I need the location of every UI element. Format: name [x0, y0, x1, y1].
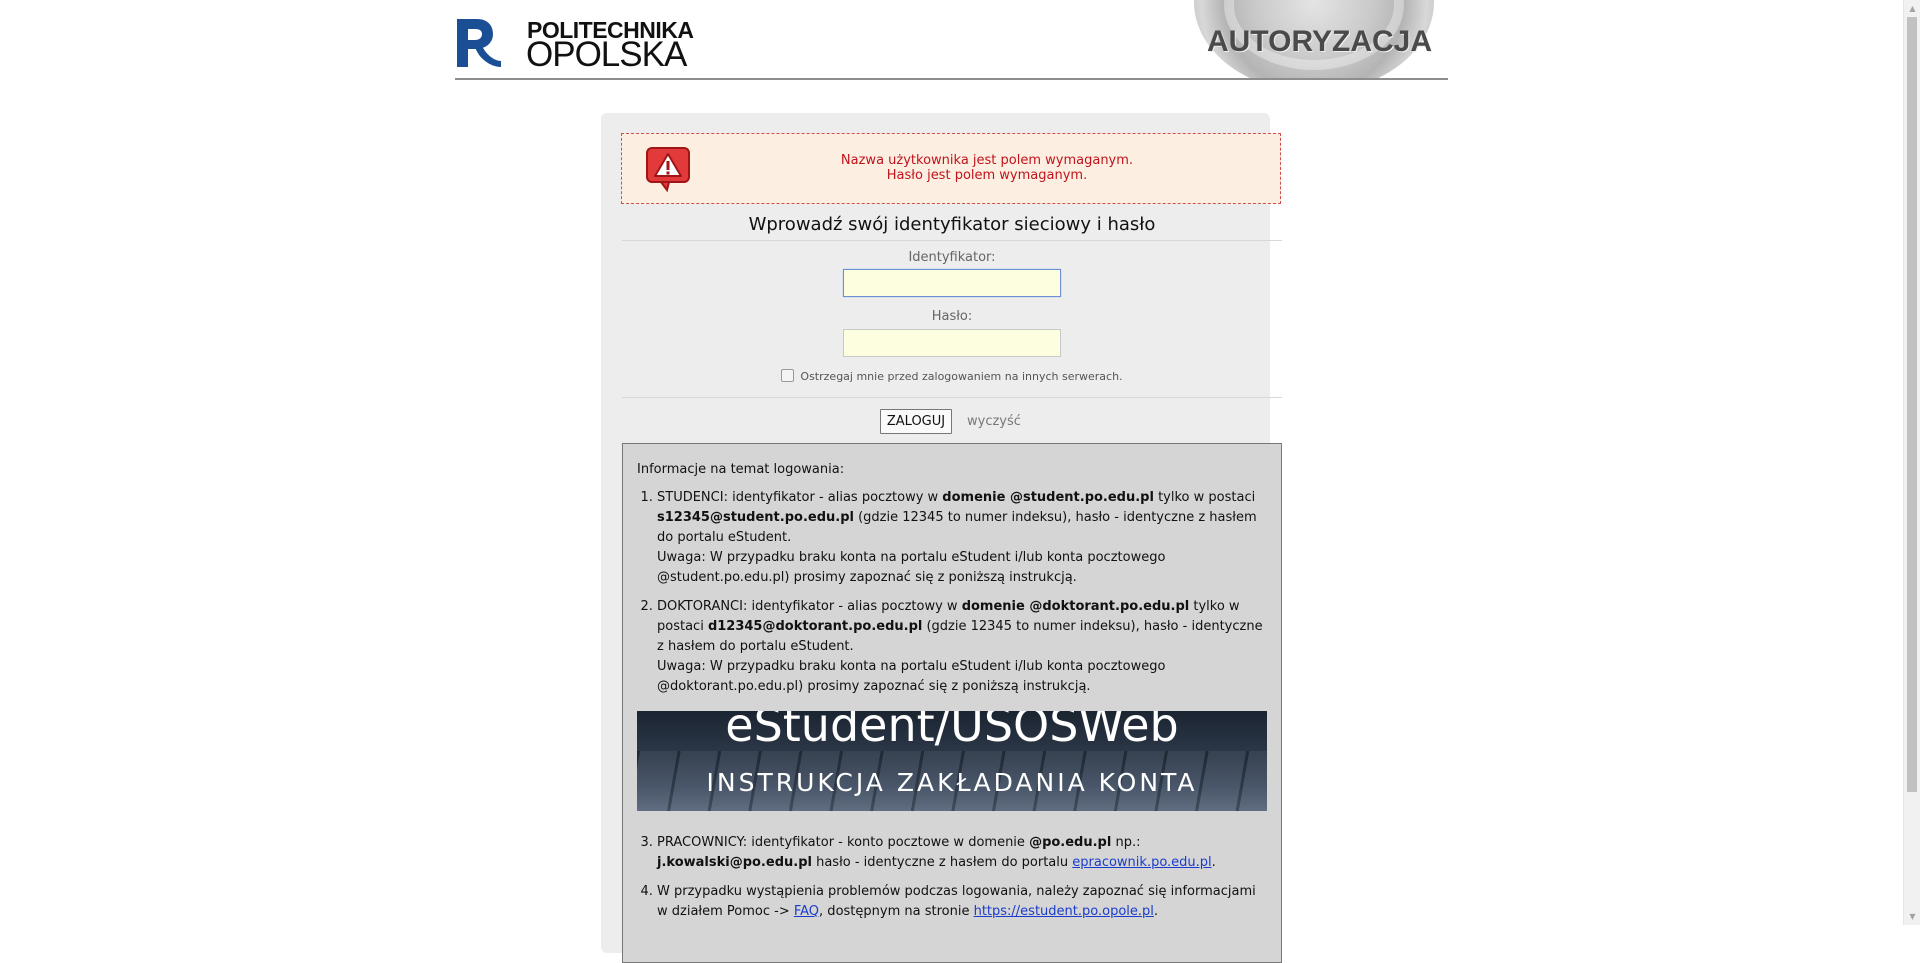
form-divider [622, 397, 1282, 398]
promo-title: eStudent/USOSWeb [725, 711, 1179, 752]
university-logo[interactable]: POLITECHNIKA OPOLSKA [455, 17, 694, 74]
password-input[interactable] [843, 329, 1061, 357]
login-panel: Nazwa użytkownika jest polem wymaganym. … [601, 113, 1282, 963]
clear-link[interactable]: wyczyść [967, 414, 1021, 429]
scrollbar-thumb[interactable] [1907, 17, 1917, 792]
banner-title: AUTORYZACJA [1207, 25, 1433, 58]
error-username-required: Nazwa użytkownika jest polem wymaganym. [840, 153, 1134, 168]
error-message-box: Nazwa użytkownika jest polem wymaganym. … [621, 133, 1281, 204]
info-item-doctoral: DOKTORANCI: identyfikator - alias poczto… [637, 597, 1267, 811]
form-prompt: Wprowadź swój identyfikator sieciowy i h… [622, 210, 1282, 241]
warn-checkbox-label[interactable]: Ostrzegaj mnie przed zalogowaniem na inn… [800, 370, 1122, 383]
scroll-up-arrow-icon[interactable]: ▲ [1904, 0, 1920, 17]
password-label: Hasło: [931, 309, 973, 324]
identifier-input[interactable] [843, 269, 1061, 297]
error-password-required: Hasło jest polem wymaganym. [886, 168, 1088, 183]
info-item-staff: PRACOWNICY: identyfikator - konto poczto… [657, 833, 1267, 873]
estudent-instruction-banner[interactable]: eStudent/USOSWeb INSTRUKCJA ZAKŁADANIA K… [637, 711, 1267, 811]
identifier-label: Identyfikator: [908, 250, 996, 265]
login-info-box: Informacje na temat logowania: STUDENCI:… [622, 443, 1282, 963]
info-item-help: W przypadku wystąpienia problemów podcza… [657, 882, 1267, 922]
promo-subtitle: INSTRUKCJA ZAKŁADANIA KONTA [706, 768, 1198, 797]
epracownik-link[interactable]: epracownik.po.edu.pl [1072, 855, 1211, 870]
authorization-banner: AUTORYZACJA [1194, 0, 1434, 78]
info-title: Informacje na temat logowania: [637, 462, 845, 477]
estudent-site-link[interactable]: https://estudent.po.opole.pl [974, 904, 1154, 919]
vertical-scrollbar[interactable]: ▲ ▼ [1903, 0, 1920, 925]
po-logo-mark-icon [457, 19, 501, 67]
info-list: STUDENCI: identyfikator - alias pocztowy… [637, 488, 1267, 922]
warn-checkbox[interactable] [781, 369, 795, 382]
login-button[interactable]: ZALOGUJ [880, 409, 952, 434]
logo-line2: OPOLSKA [526, 35, 687, 74]
faq-link[interactable]: FAQ [794, 904, 819, 919]
scroll-down-arrow-icon[interactable]: ▼ [1904, 908, 1920, 925]
info-doctoral-note: Uwaga: W przypadku braku konta na portal… [657, 659, 1166, 694]
info-students-note: Uwaga: W przypadku braku konta na portal… [657, 550, 1166, 585]
page-header: POLITECHNIKA OPOLSKA AUTORYZACJA [455, 0, 1448, 80]
warn-option: Ostrzegaj mnie przed zalogowaniem na inn… [622, 369, 1282, 383]
error-text: Nazwa użytkownika jest polem wymaganym. … [652, 153, 1242, 183]
info-item-students: STUDENCI: identyfikator - alias pocztowy… [657, 488, 1267, 588]
